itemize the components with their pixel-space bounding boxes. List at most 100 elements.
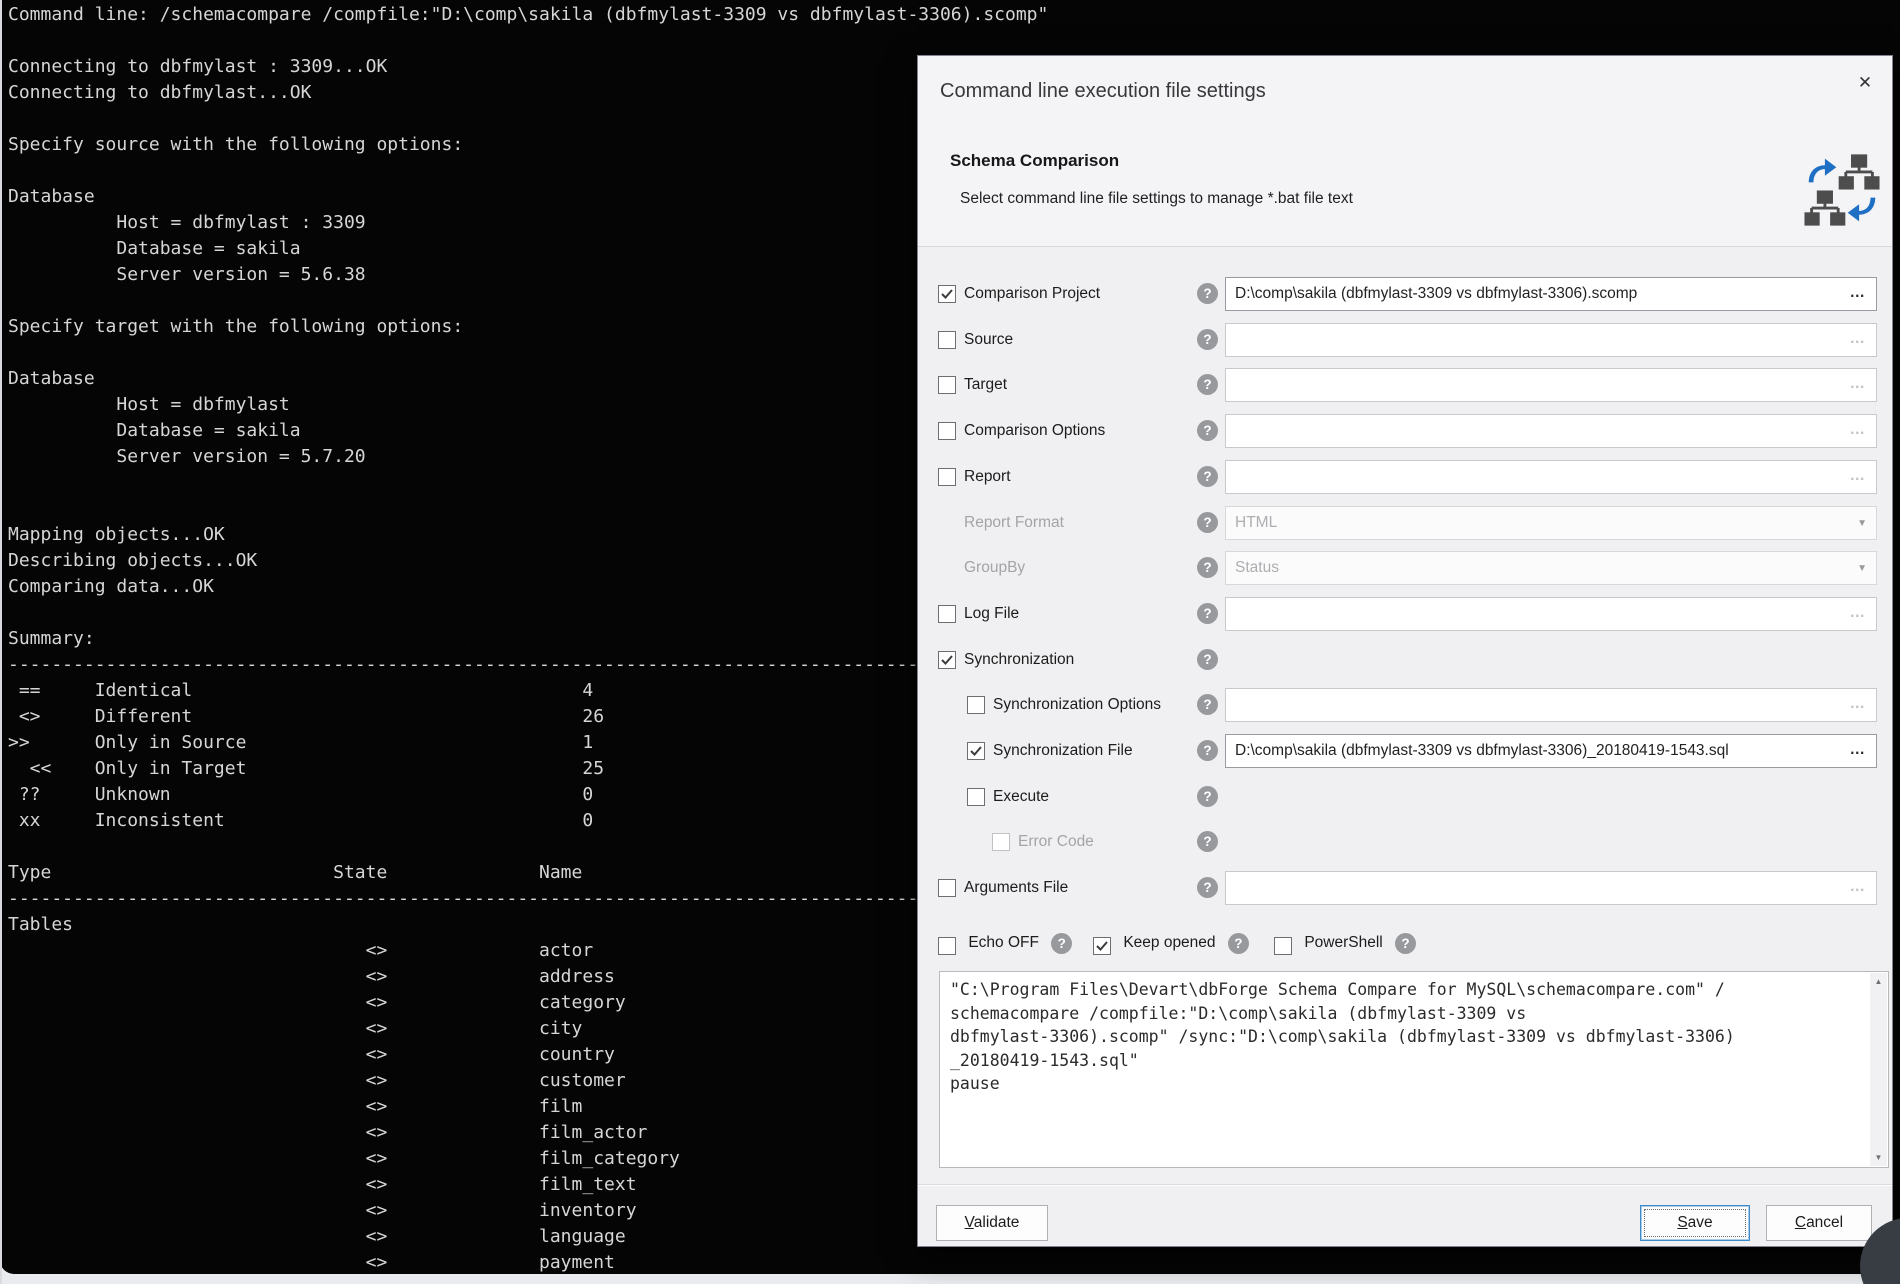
save-button[interactable]: Save xyxy=(1640,1205,1750,1241)
cancel-button[interactable]: Cancel xyxy=(1766,1205,1872,1241)
browse-button[interactable]: … xyxy=(1850,461,1867,491)
help-icon[interactable]: ? xyxy=(1197,374,1218,395)
scroll-up-icon[interactable]: ▲ xyxy=(1870,973,1887,990)
option-label: PowerShell xyxy=(1304,931,1382,955)
window-left-edge xyxy=(0,0,2,1284)
settings-row: Execute ? xyxy=(918,780,1892,814)
command-line-settings-dialog: Command line execution file settings ✕ S… xyxy=(917,55,1893,1247)
settings-row: Arguments File ? … xyxy=(918,871,1892,905)
help-icon[interactable]: ? xyxy=(1197,420,1218,441)
row-checkbox[interactable] xyxy=(938,422,956,440)
browse-button[interactable]: … xyxy=(1850,735,1867,765)
help-icon[interactable]: ? xyxy=(1197,877,1218,898)
dialog-footer: Validate Save Cancel xyxy=(918,1184,1892,1248)
validate-button[interactable]: Validate xyxy=(936,1205,1048,1241)
row-checkbox[interactable] xyxy=(938,605,956,623)
help-icon[interactable]: ? xyxy=(1197,740,1218,761)
row-checkbox[interactable] xyxy=(967,788,985,806)
help-icon[interactable]: ? xyxy=(1197,831,1218,852)
bat-option: Keep opened ? xyxy=(1093,931,1249,955)
terminal-output: Command line: /schemacompare /compfile:"… xyxy=(0,0,1048,1276)
row-field[interactable]: … xyxy=(1225,597,1877,631)
row-label: GroupBy xyxy=(964,551,1025,585)
row-field[interactable]: D:\comp\sakila (dbfmylast-3309 vs dbfmyl… xyxy=(1225,734,1877,768)
row-field[interactable]: HTML ▼ xyxy=(1225,506,1877,540)
help-icon[interactable]: ? xyxy=(1395,933,1416,954)
browse-button[interactable]: … xyxy=(1850,324,1867,354)
checkmark-icon xyxy=(941,655,953,665)
row-label: Report xyxy=(964,460,1011,494)
row-field[interactable]: … xyxy=(1225,871,1877,905)
help-icon[interactable]: ? xyxy=(1197,512,1218,533)
row-label: Comparison Project xyxy=(964,277,1100,311)
row-checkbox[interactable] xyxy=(992,833,1010,851)
row-label: Execute xyxy=(993,780,1049,814)
settings-row: Synchronization Options ? … xyxy=(918,688,1892,722)
option-checkbox[interactable] xyxy=(938,937,956,955)
settings-row: Report ? … xyxy=(918,460,1892,494)
row-field[interactable]: D:\comp\sakila (dbfmylast-3309 vs dbfmyl… xyxy=(1225,277,1877,311)
browse-button[interactable]: … xyxy=(1850,415,1867,445)
row-field[interactable]: … xyxy=(1225,414,1877,448)
row-checkbox[interactable] xyxy=(938,879,956,897)
bat-text-area[interactable]: "C:\Program Files\Devart\dbForge Schema … xyxy=(939,971,1889,1168)
help-icon[interactable]: ? xyxy=(1197,283,1218,304)
dropdown-caret-icon[interactable]: ▼ xyxy=(1857,507,1867,541)
row-field[interactable]: … xyxy=(1225,368,1877,402)
row-value: D:\comp\sakila (dbfmylast-3309 vs dbfmyl… xyxy=(1235,735,1836,767)
bat-option: PowerShell ? xyxy=(1274,931,1416,955)
row-value: D:\comp\sakila (dbfmylast-3309 vs dbfmyl… xyxy=(1235,278,1836,310)
bat-options-row: Echo OFF ? Keep opened ? PowerShell ? xyxy=(918,931,1892,955)
row-label: Synchronization Options xyxy=(993,688,1161,722)
settings-row: Synchronization ? xyxy=(918,643,1892,677)
help-icon[interactable]: ? xyxy=(1197,329,1218,350)
row-field[interactable]: … xyxy=(1225,323,1877,357)
row-field[interactable]: … xyxy=(1225,688,1877,722)
help-icon[interactable]: ? xyxy=(1197,694,1218,715)
row-label: Arguments File xyxy=(964,871,1068,905)
row-field[interactable]: … xyxy=(1225,460,1877,494)
row-checkbox[interactable] xyxy=(967,742,985,760)
option-checkbox[interactable] xyxy=(1274,937,1292,955)
row-checkbox[interactable] xyxy=(938,468,956,486)
row-checkbox[interactable] xyxy=(938,651,956,669)
settings-row: Comparison Options ? … xyxy=(918,414,1892,448)
row-label: Synchronization File xyxy=(993,734,1133,768)
help-icon[interactable]: ? xyxy=(1051,933,1072,954)
browse-button[interactable]: … xyxy=(1850,598,1867,628)
row-label: Synchronization xyxy=(964,643,1074,677)
settings-row: Report Format ? HTML ▼ xyxy=(918,506,1892,540)
dropdown-caret-icon[interactable]: ▼ xyxy=(1857,552,1867,586)
browse-button[interactable]: … xyxy=(1850,872,1867,902)
bat-option: Echo OFF ? xyxy=(938,931,1072,955)
bat-text: "C:\Program Files\Devart\dbForge Schema … xyxy=(940,972,1761,1102)
checkmark-icon xyxy=(941,289,953,299)
row-checkbox[interactable] xyxy=(938,376,956,394)
checkmark-icon xyxy=(970,746,982,756)
settings-row: Comparison Project ? D:\comp\sakila (dbf… xyxy=(918,277,1892,311)
help-icon[interactable]: ? xyxy=(1197,786,1218,807)
settings-row: Target ? … xyxy=(918,368,1892,402)
settings-row: Source ? … xyxy=(918,323,1892,357)
row-label: Report Format xyxy=(964,506,1064,540)
settings-row: Synchronization File ? D:\comp\sakila (d… xyxy=(918,734,1892,768)
browse-button[interactable]: … xyxy=(1850,278,1867,308)
row-label: Comparison Options xyxy=(964,414,1105,448)
browse-button[interactable]: … xyxy=(1850,369,1867,399)
checkmark-icon xyxy=(1096,941,1108,951)
scrollbar[interactable]: ▲ ▼ xyxy=(1870,973,1887,1166)
help-icon[interactable]: ? xyxy=(1197,557,1218,578)
row-field[interactable]: Status ▼ xyxy=(1225,551,1877,585)
row-checkbox[interactable] xyxy=(938,285,956,303)
help-icon[interactable]: ? xyxy=(1197,466,1218,487)
row-checkbox[interactable] xyxy=(967,696,985,714)
help-icon[interactable]: ? xyxy=(1228,933,1249,954)
option-checkbox[interactable] xyxy=(1093,937,1111,955)
help-icon[interactable]: ? xyxy=(1197,603,1218,624)
row-value: HTML xyxy=(1235,507,1836,539)
row-checkbox[interactable] xyxy=(938,331,956,349)
settings-row: Log File ? … xyxy=(918,597,1892,631)
help-icon[interactable]: ? xyxy=(1197,649,1218,670)
browse-button[interactable]: … xyxy=(1850,689,1867,719)
scroll-down-icon[interactable]: ▼ xyxy=(1870,1149,1887,1166)
